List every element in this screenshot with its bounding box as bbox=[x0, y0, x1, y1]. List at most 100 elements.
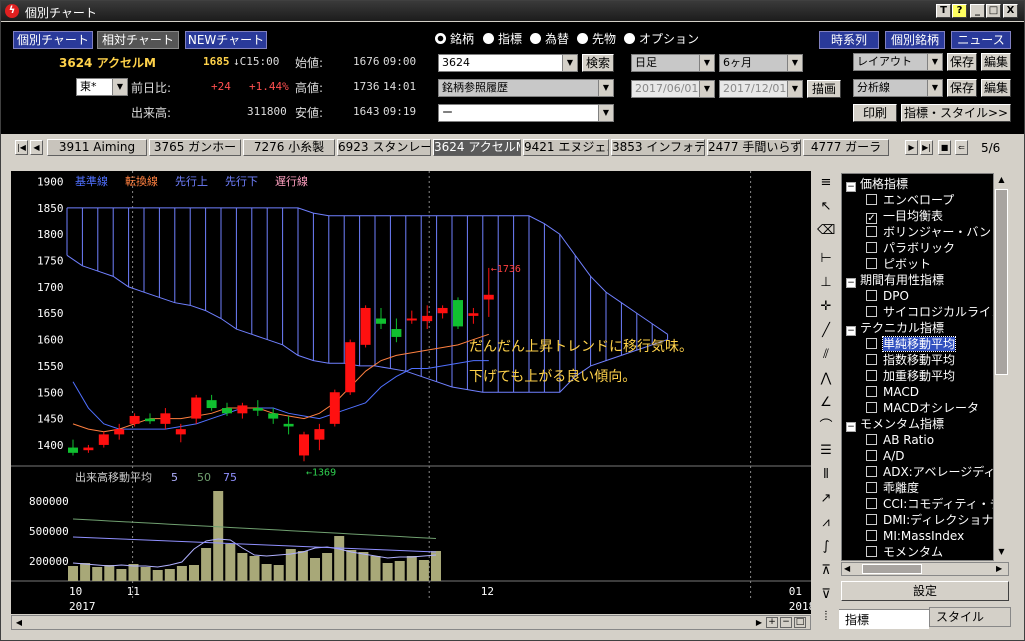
new-chart-tab[interactable]: NEWチャート bbox=[185, 31, 267, 49]
checkbox-icon[interactable] bbox=[866, 290, 877, 301]
from-date-input[interactable]: 2017/06/01 ▼ bbox=[631, 80, 715, 98]
indicator-style-button[interactable]: 指標・スタイル>> bbox=[901, 104, 1011, 122]
level-icon[interactable]: ⊽ bbox=[817, 585, 835, 605]
bars-icon[interactable]: ⦀ bbox=[817, 465, 835, 485]
checkbox-icon[interactable] bbox=[866, 338, 877, 349]
radio-index[interactable]: 指標 bbox=[483, 30, 522, 46]
tree-group[interactable]: − 期間有用性指標 bbox=[846, 272, 944, 288]
third-select[interactable]: ー ▼ bbox=[438, 104, 614, 122]
print-button[interactable]: 印刷 bbox=[853, 104, 897, 122]
tree-item[interactable]: エンベロープ bbox=[866, 192, 954, 208]
collapse-icon[interactable]: − bbox=[846, 326, 856, 336]
grid-icon[interactable]: ⦙ bbox=[817, 607, 835, 627]
tree-item[interactable]: 単純移動平均 bbox=[866, 336, 957, 352]
scroll-thumb[interactable] bbox=[862, 564, 922, 574]
tree-item[interactable]: A/D bbox=[866, 448, 905, 464]
trendline-icon[interactable]: ╱ bbox=[817, 321, 835, 341]
tree-item[interactable]: モメンタム bbox=[866, 544, 943, 560]
fib-icon[interactable]: ☰ bbox=[817, 441, 835, 461]
radio-fx[interactable]: 為替 bbox=[530, 30, 569, 46]
tree-item[interactable]: MACD bbox=[866, 384, 919, 400]
history-select[interactable]: 銘柄参照履歴 ▼ bbox=[438, 79, 614, 97]
analysis-select[interactable]: 分析線 ▼ bbox=[853, 79, 943, 97]
tree-hscrollbar[interactable]: ◀ ▶ bbox=[841, 562, 1009, 576]
tree-item[interactable]: ピボット bbox=[866, 256, 931, 272]
t-button[interactable]: T bbox=[936, 4, 951, 18]
collapse-icon[interactable]: − bbox=[846, 422, 856, 432]
tab-indicator[interactable]: 指標 bbox=[839, 609, 929, 629]
scroll-right-icon[interactable]: ▶ bbox=[996, 563, 1002, 575]
stock-code-input[interactable]: 3624 ▼ bbox=[438, 54, 578, 72]
timeseries-button[interactable]: 時系列 bbox=[819, 31, 879, 49]
tree-item[interactable]: DMI:ディレクショナル bbox=[866, 512, 1005, 528]
next-tab-icon[interactable]: ▶ bbox=[905, 140, 918, 155]
back-tab-icon[interactable]: ⇐ bbox=[955, 140, 968, 155]
indicator-tree[interactable]: − 価格指標 エンベロープ ✓ 一目均衡表 ボリンジャー・バンド パラボリック ピボット − 期間… bbox=[841, 173, 1009, 561]
draw-button[interactable]: 描画 bbox=[807, 80, 841, 98]
checkbox-icon[interactable] bbox=[866, 530, 877, 541]
individual-chart-tab[interactable]: 個別チャート bbox=[13, 31, 93, 49]
checkbox-icon[interactable] bbox=[866, 370, 877, 381]
checkbox-icon[interactable] bbox=[866, 354, 877, 365]
tree-item[interactable]: 指数移動平均 bbox=[866, 352, 955, 368]
gann-icon[interactable]: ⩘ bbox=[817, 513, 835, 533]
curve-icon[interactable]: ∫ bbox=[817, 537, 835, 557]
stock-tab[interactable]: 2477 手間いらず bbox=[707, 139, 801, 156]
individual-stock-button[interactable]: 個別銘柄 bbox=[885, 31, 945, 49]
checkbox-icon[interactable] bbox=[866, 482, 877, 493]
scroll-down-icon[interactable]: ▼ bbox=[994, 545, 1009, 559]
stock-tab[interactable]: 6923 スタンレー電 bbox=[337, 139, 431, 156]
checkbox-icon[interactable] bbox=[866, 434, 877, 445]
stock-tab[interactable]: 4777 ガーラ bbox=[803, 139, 889, 156]
chart-hscrollbar[interactable]: ◀ ▶ + − □ bbox=[11, 615, 811, 630]
checkbox-icon[interactable] bbox=[866, 226, 877, 237]
checkbox-icon[interactable] bbox=[866, 194, 877, 205]
stock-tab[interactable]: 3853 インフォテリ bbox=[611, 139, 705, 156]
tree-item[interactable]: AB Ratio bbox=[866, 432, 934, 448]
tab-style[interactable]: スタイル bbox=[929, 607, 1011, 627]
angle-icon[interactable]: ∠ bbox=[817, 393, 835, 413]
radio-option[interactable]: オプション bbox=[624, 30, 699, 46]
maximize-button[interactable]: □ bbox=[986, 4, 1001, 18]
last-tab-icon[interactable]: ▶| bbox=[920, 140, 933, 155]
tree-item[interactable]: ✓ 一目均衡表 bbox=[866, 208, 943, 224]
stock-tab[interactable]: 3624 アクセルM bbox=[433, 139, 521, 156]
analysis-edit-button[interactable]: 編集 bbox=[981, 79, 1011, 97]
arc-icon[interactable]: ⌒ bbox=[817, 417, 835, 437]
checkbox-icon[interactable] bbox=[866, 402, 877, 413]
scroll-right-icon[interactable]: ▶ bbox=[752, 616, 766, 629]
tree-vscrollbar[interactable]: ▲ ▼ bbox=[993, 173, 1009, 561]
close-tab-icon[interactable]: ■ bbox=[938, 140, 951, 155]
ray-icon[interactable]: ↗ bbox=[817, 489, 835, 509]
checkbox-icon[interactable] bbox=[866, 306, 877, 317]
prev-tab-icon[interactable]: ◀ bbox=[30, 140, 43, 155]
close-button[interactable]: X bbox=[1003, 4, 1018, 18]
minimize-button[interactable]: _ bbox=[970, 4, 985, 18]
analysis-save-button[interactable]: 保存 bbox=[947, 79, 977, 97]
interval-select[interactable]: 日足 ▼ bbox=[631, 54, 715, 72]
first-tab-icon[interactable]: |◀ bbox=[15, 140, 28, 155]
tree-item[interactable]: MI:MassIndex bbox=[866, 528, 964, 544]
checkbox-icon[interactable] bbox=[866, 386, 877, 397]
tree-item[interactable]: MACDオシレータ bbox=[866, 400, 979, 416]
stock-tab[interactable]: 3911 Aiming bbox=[47, 139, 147, 156]
checkbox-icon[interactable] bbox=[866, 242, 877, 253]
retrace-icon[interactable]: ⊼ bbox=[817, 561, 835, 581]
checkbox-icon[interactable] bbox=[866, 546, 877, 557]
tree-item[interactable]: ADX:アベレージディレ bbox=[866, 464, 1007, 480]
checkbox-icon[interactable] bbox=[866, 498, 877, 509]
radio-futures[interactable]: 先物 bbox=[577, 30, 616, 46]
title-bar[interactable]: ϟ 個別チャート T ? _ □ X bbox=[1, 1, 1024, 21]
radio-stock[interactable]: 銘柄 bbox=[435, 30, 474, 46]
news-button[interactable]: ニュース bbox=[951, 31, 1011, 49]
span-select[interactable]: 6ヶ月 ▼ bbox=[719, 54, 803, 72]
tree-group[interactable]: − モメンタム指標 bbox=[846, 416, 944, 432]
checkbox-icon[interactable] bbox=[866, 514, 877, 525]
zoom-in-icon[interactable]: + bbox=[766, 617, 778, 628]
layout-save-button[interactable]: 保存 bbox=[947, 53, 977, 71]
checkbox-icon[interactable] bbox=[866, 466, 877, 477]
tree-item[interactable]: DPO bbox=[866, 288, 909, 304]
collapse-icon[interactable]: − bbox=[846, 182, 856, 192]
tree-item[interactable]: 加重移動平均 bbox=[866, 368, 955, 384]
fit-icon[interactable]: □ bbox=[794, 617, 806, 628]
